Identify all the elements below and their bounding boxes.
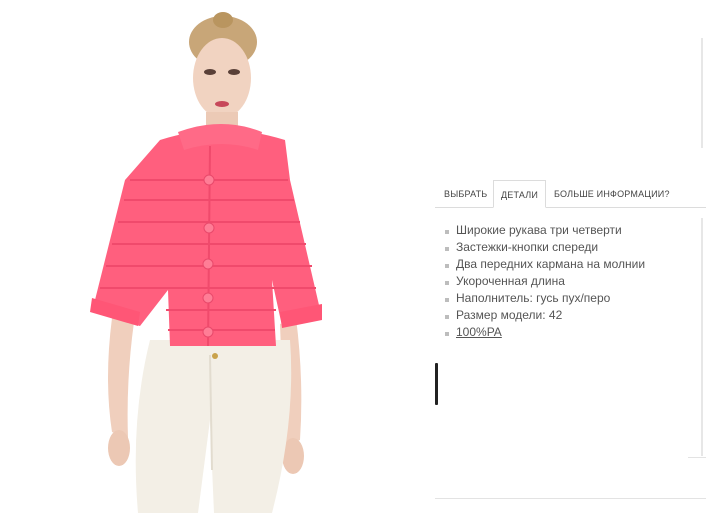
list-item: Укороченная длина <box>445 273 645 290</box>
tab-select[interactable]: ВЫБРАТЬ <box>444 180 487 208</box>
composition-link[interactable]: 100%PA <box>456 325 502 339</box>
list-item-composition: 100%PA <box>445 324 645 341</box>
scroll-edge-bottom <box>701 218 703 456</box>
list-item: Наполнитель: гусь пух/перо <box>445 290 645 307</box>
tab-more-info[interactable]: БОЛЬШЕ ИНФОРМАЦИИ? <box>554 180 670 208</box>
list-item: Широкие рукава три четверти <box>445 222 645 239</box>
list-item: Два передних кармана на молнии <box>445 256 645 273</box>
scroll-edge-top <box>701 38 703 148</box>
model-wearing-jacket-image <box>90 12 322 513</box>
tab-details[interactable]: ДЕТАЛИ <box>493 180 547 208</box>
list-item: Застежки-кнопки спереди <box>445 239 645 256</box>
divider-bottom <box>435 498 706 499</box>
focus-indicator <box>435 363 438 405</box>
details-list: Широкие рукава три четверти Застежки-кно… <box>445 222 645 341</box>
divider <box>688 457 706 458</box>
product-tabs: ВЫБРАТЬ ДЕТАЛИ БОЛЬШЕ ИНФОРМАЦИИ? <box>435 180 706 208</box>
product-photo <box>0 0 430 513</box>
list-item: Размер модели: 42 <box>445 307 645 324</box>
